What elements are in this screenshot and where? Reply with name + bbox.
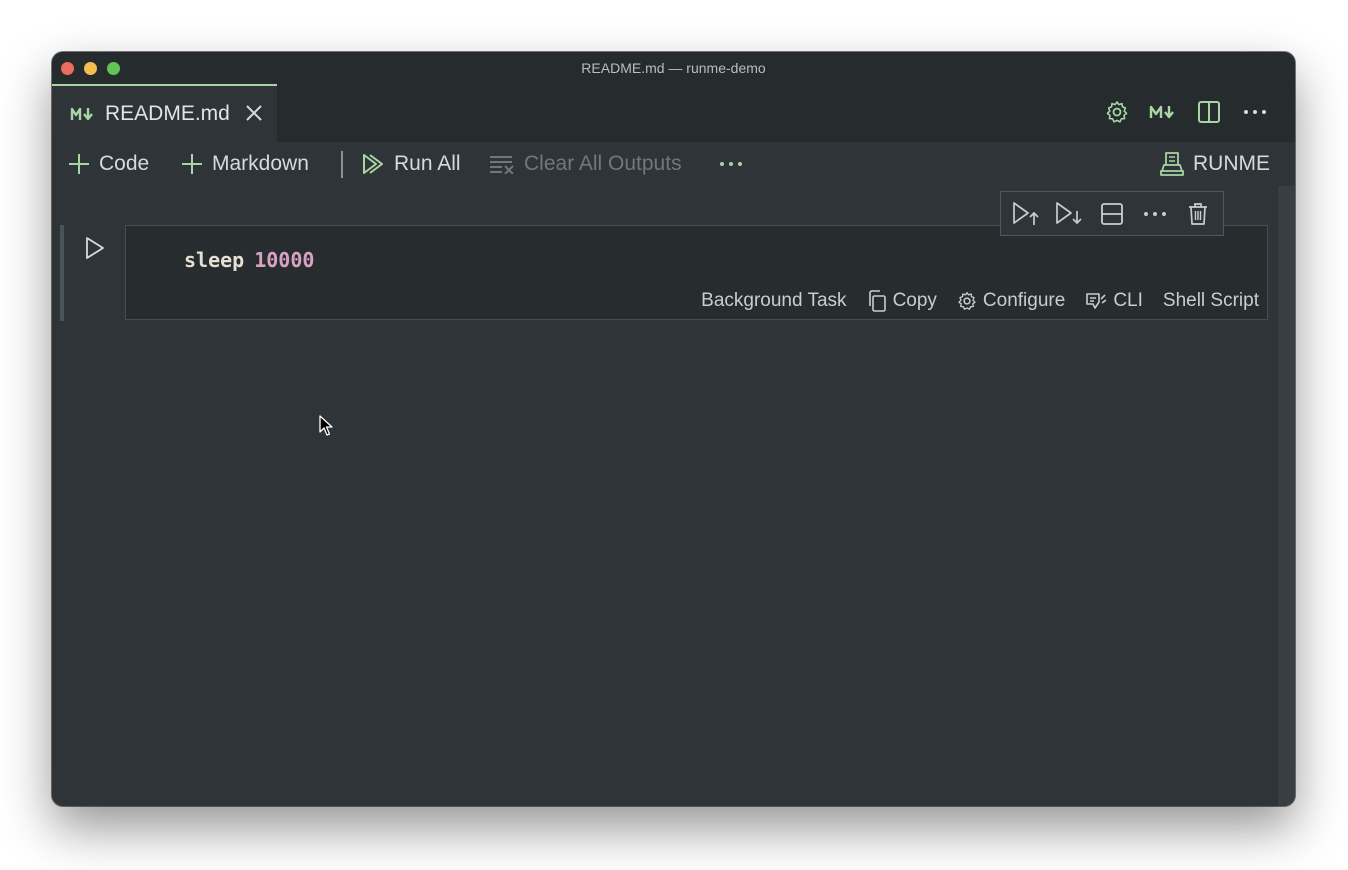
background-task-toggle[interactable]: Background Task bbox=[701, 290, 846, 312]
vertical-scrollbar[interactable] bbox=[1278, 186, 1295, 806]
execute-above-icon bbox=[1013, 201, 1039, 225]
split-cell-button[interactable] bbox=[1097, 199, 1127, 229]
mouse-cursor-icon bbox=[319, 415, 335, 442]
clear-all-icon bbox=[490, 156, 514, 174]
background-task-label: Background Task bbox=[701, 290, 847, 311]
execute-below-button[interactable] bbox=[1054, 199, 1084, 229]
add-markdown-label: Markdown bbox=[212, 152, 309, 175]
run-all-button[interactable]: Run All bbox=[361, 150, 461, 178]
window-title: README.md — runme-demo bbox=[581, 60, 766, 76]
cli-label: CLI bbox=[1113, 290, 1143, 311]
toolbar-more-button[interactable] bbox=[719, 150, 743, 178]
close-icon[interactable] bbox=[245, 104, 263, 127]
gear-icon bbox=[958, 292, 976, 310]
clear-all-outputs-button[interactable]: Clear All Outputs bbox=[489, 150, 682, 178]
trash-icon bbox=[1188, 202, 1207, 225]
clear-all-outputs-label: Clear All Outputs bbox=[524, 152, 682, 175]
execute-above-button[interactable] bbox=[1011, 199, 1041, 229]
add-code-label: Code bbox=[99, 152, 150, 175]
toolbar-divider bbox=[341, 151, 343, 178]
runme-icon bbox=[1160, 152, 1184, 176]
run-all-label: Run All bbox=[394, 152, 461, 175]
markdown-icon bbox=[70, 106, 96, 127]
notebook-editor: sleep 10000 Background Task Copy Configu… bbox=[52, 186, 1295, 806]
add-markdown-cell-button[interactable]: Markdown bbox=[181, 150, 309, 178]
configure-button[interactable]: Configure bbox=[957, 290, 1065, 312]
gear-icon[interactable] bbox=[1103, 98, 1131, 126]
split-editor-icon[interactable] bbox=[1195, 98, 1223, 126]
delete-cell-button[interactable] bbox=[1183, 199, 1213, 229]
vscode-window: README.md — runme-demo README.md Code Ma… bbox=[52, 52, 1295, 806]
notebook-toolbar: Code Markdown Run All Clear All Outputs bbox=[52, 142, 1295, 186]
execute-cell-button[interactable] bbox=[84, 236, 106, 265]
cli-button[interactable]: CLI bbox=[1085, 290, 1143, 312]
code-editor[interactable]: sleep 10000 bbox=[184, 248, 314, 272]
more-icon[interactable] bbox=[1241, 98, 1269, 126]
play-icon bbox=[86, 237, 104, 259]
tab-label: README.md bbox=[105, 102, 230, 125]
cell-focus-indicator bbox=[60, 225, 64, 321]
more-icon bbox=[1143, 211, 1166, 216]
tab-actions bbox=[1103, 98, 1269, 126]
cell-status-bar: Background Task Copy Configure CLI Shell… bbox=[701, 290, 1259, 312]
code-command: sleep bbox=[184, 248, 245, 272]
copy-button[interactable]: Copy bbox=[867, 290, 937, 312]
run-all-icon bbox=[363, 154, 383, 174]
copy-label: Copy bbox=[892, 290, 937, 311]
plus-icon bbox=[182, 154, 202, 174]
tab-readme[interactable]: README.md bbox=[52, 84, 277, 142]
cell-more-button[interactable] bbox=[1140, 199, 1170, 229]
runme-button[interactable]: RUNME bbox=[1160, 150, 1270, 178]
configure-label: Configure bbox=[982, 290, 1066, 311]
more-icon bbox=[720, 162, 742, 166]
cli-icon bbox=[1086, 293, 1107, 309]
cell-toolbar bbox=[1000, 191, 1224, 236]
split-cell-icon bbox=[1101, 202, 1123, 225]
language-selector[interactable]: Shell Script bbox=[1163, 290, 1259, 312]
copy-icon bbox=[868, 290, 886, 312]
code-argument: 10000 bbox=[254, 248, 315, 272]
title-bar: README.md — runme-demo bbox=[52, 52, 1295, 84]
language-label: Shell Script bbox=[1162, 290, 1259, 311]
tab-bar: README.md bbox=[52, 84, 1295, 142]
code-cell[interactable]: sleep 10000 Background Task Copy Configu… bbox=[125, 225, 1268, 320]
runme-label: RUNME bbox=[1193, 152, 1270, 175]
add-code-cell-button[interactable]: Code bbox=[68, 150, 149, 178]
markdown-preview-icon[interactable] bbox=[1149, 98, 1177, 126]
plus-icon bbox=[69, 154, 89, 174]
execute-below-icon bbox=[1056, 201, 1082, 224]
